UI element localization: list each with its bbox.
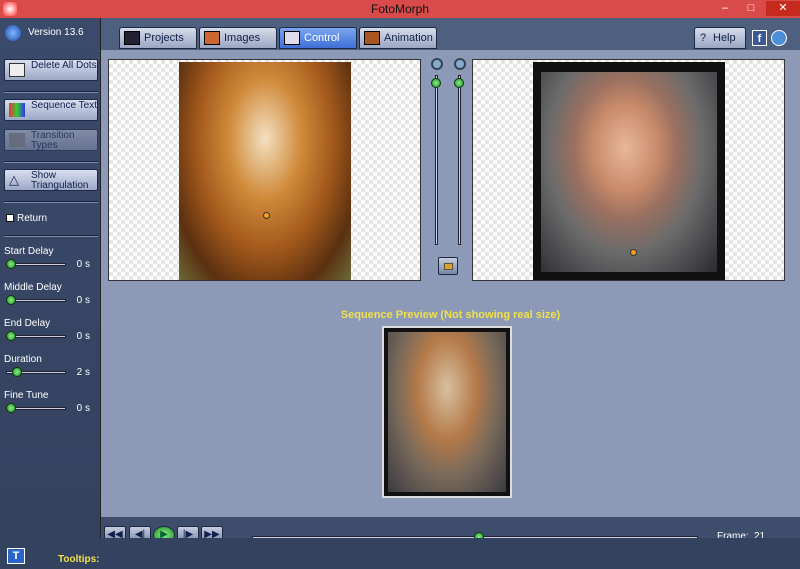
sequence-text-button[interactable]: Sequence Text [4, 99, 98, 121]
control-icon [284, 31, 300, 45]
slider-knob[interactable] [11, 367, 22, 377]
slider-label: End Delay [4, 318, 51, 329]
footer: T Tooltips: [0, 538, 800, 569]
triangle-icon: △ [9, 172, 19, 187]
separator [4, 201, 98, 203]
delay-slider[interactable] [6, 259, 66, 269]
tab-animation[interactable]: Animation [359, 27, 437, 49]
zoom-right-knob[interactable] [454, 78, 464, 88]
text-icon [9, 103, 25, 117]
image-icon [204, 31, 220, 45]
transition-icon [9, 133, 25, 147]
window-title: FotoMorph [370, 2, 430, 16]
preview-caption: Sequence Preview (Not showing real size) [340, 309, 561, 321]
grid-icon [124, 31, 140, 45]
delay-slider[interactable] [6, 331, 66, 341]
slider-value: 0 s [76, 295, 90, 306]
separator [4, 161, 98, 163]
tab-bar: Projects Images Control Animation ? Help … [101, 18, 800, 50]
slider-value: 0 s [76, 403, 90, 414]
slider-knob[interactable] [6, 403, 17, 413]
minimize-button[interactable]: – [714, 1, 736, 16]
morph-dot[interactable] [630, 249, 637, 256]
sequence-preview [382, 326, 512, 498]
sidebar: Version 13.6 Delete All Dots Sequence Te… [0, 18, 101, 538]
return-label: Return [17, 213, 48, 224]
delay-slider[interactable] [6, 367, 66, 377]
slider-label: Duration [4, 354, 42, 365]
slider-label: Fine Tune [4, 390, 49, 401]
app-logo-icon [5, 25, 21, 41]
zoom-right-slider[interactable] [454, 75, 464, 245]
separator [4, 91, 98, 93]
help-icon: ? [700, 32, 707, 44]
zoom-left-icon [431, 58, 443, 70]
return-checkbox[interactable] [6, 214, 14, 222]
slider-knob[interactable] [6, 295, 17, 305]
main-area: Sequence Preview (Not showing real size) [101, 50, 800, 517]
lock-icon [444, 263, 453, 270]
title-bar: FotoMorph – □ ✕ [0, 0, 800, 18]
version-label: Version 13.6 [28, 27, 84, 38]
tab-control[interactable]: Control [279, 27, 357, 49]
morph-dot[interactable] [263, 212, 270, 219]
show-triangulation-button[interactable]: △ Show Triangulation [4, 169, 98, 191]
zoom-right-icon [454, 58, 466, 70]
dots-icon [9, 63, 25, 77]
maximize-button[interactable]: □ [740, 1, 762, 16]
tab-projects[interactable]: Projects [119, 27, 197, 49]
slider-label: Start Delay [4, 246, 54, 257]
delete-all-dots-button[interactable]: Delete All Dots [4, 59, 98, 81]
zoom-left-knob[interactable] [431, 78, 441, 88]
slider-knob[interactable] [6, 331, 17, 341]
film-icon [364, 31, 380, 45]
slider-value: 0 s [76, 331, 90, 342]
delay-slider[interactable] [6, 295, 66, 305]
slider-value: 2 s [76, 367, 90, 378]
transition-types-button[interactable]: Transition Types [4, 129, 98, 151]
portrait-image [533, 62, 725, 280]
slider-knob[interactable] [6, 259, 17, 269]
tiger-image [179, 62, 351, 280]
start-image-panel[interactable] [108, 59, 421, 281]
slider-value: 0 s [76, 259, 90, 270]
lock-zoom-button[interactable] [438, 257, 458, 275]
preview-image [388, 332, 506, 492]
tooltips-label: Tooltips: [58, 554, 100, 565]
slider-label: Middle Delay [4, 282, 62, 293]
end-image-panel[interactable] [472, 59, 785, 281]
delay-slider[interactable] [6, 403, 66, 413]
tab-images[interactable]: Images [199, 27, 277, 49]
separator [4, 235, 98, 237]
close-button[interactable]: ✕ [766, 1, 800, 16]
zoom-left-slider[interactable] [431, 75, 441, 245]
facebook-icon[interactable]: f [752, 30, 767, 46]
tooltip-toggle-button[interactable]: T [7, 548, 25, 564]
globe-icon[interactable] [771, 30, 787, 46]
help-button[interactable]: ? Help [694, 27, 746, 49]
